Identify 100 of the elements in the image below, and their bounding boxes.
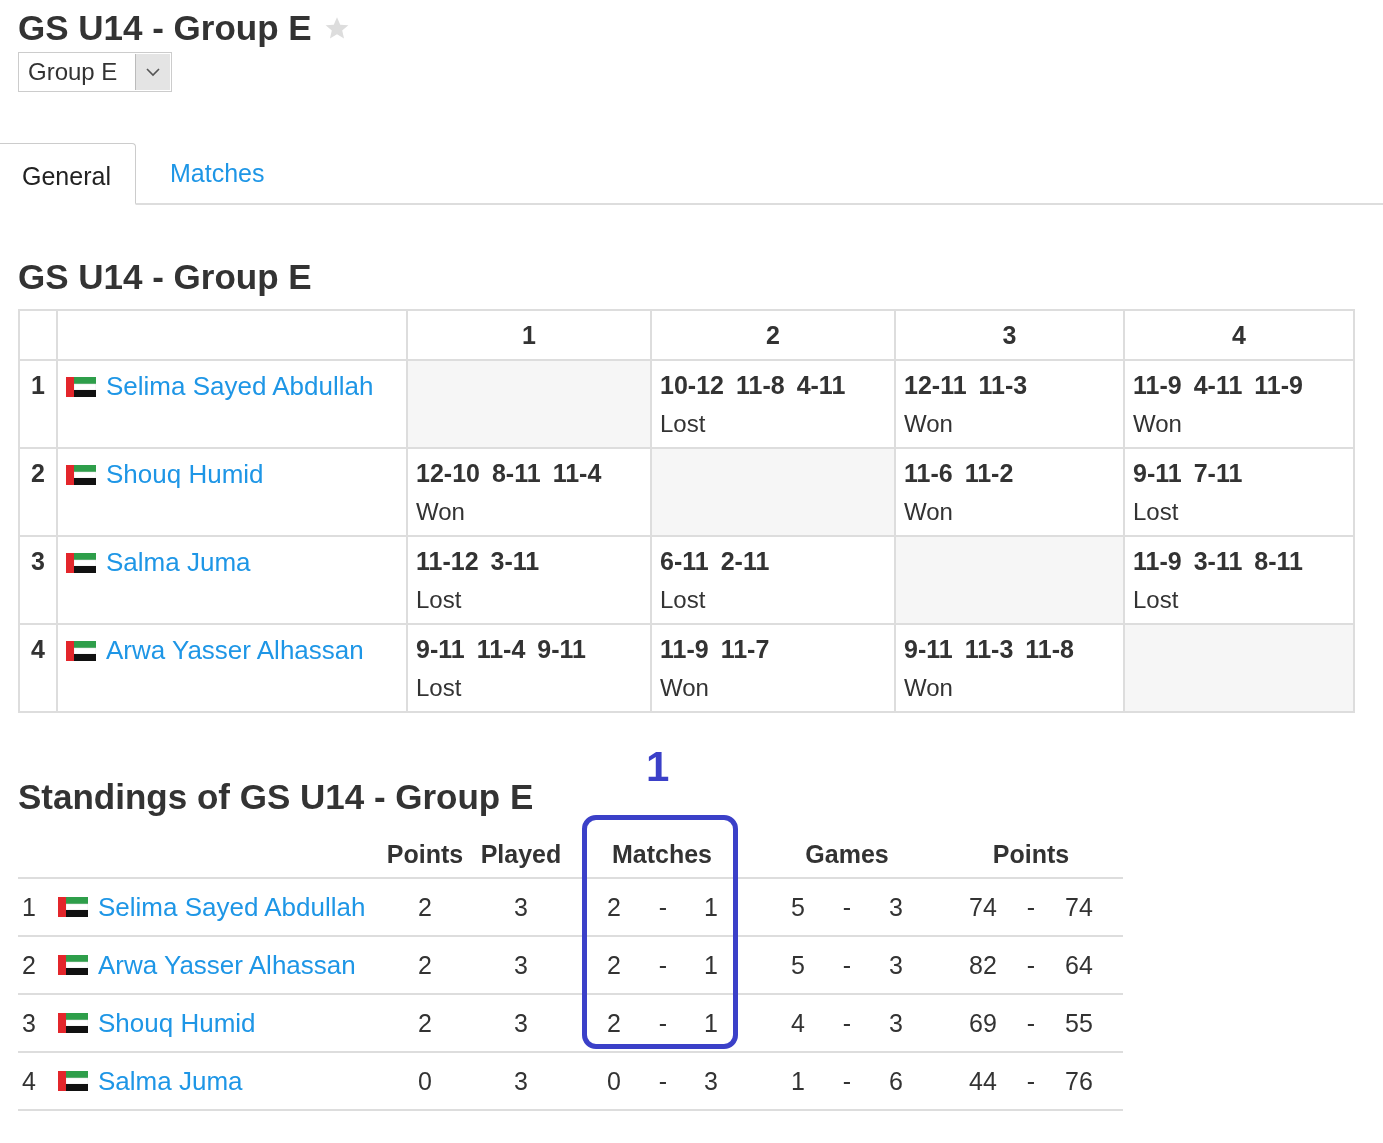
game-score: 11-7	[720, 635, 770, 664]
rank-number: 4	[21, 1066, 37, 1096]
game-score: 11-9	[1133, 371, 1182, 400]
game-score: 12-11	[904, 371, 967, 400]
group-dropdown[interactable]: Group E	[18, 52, 172, 92]
column-header: Played	[479, 839, 563, 869]
matches-value: 2	[606, 1008, 622, 1038]
game-score: 7-11	[1193, 459, 1243, 488]
callout-number: 1	[646, 743, 670, 791]
played-value: 3	[513, 1008, 529, 1038]
points-score: 76	[1064, 1066, 1094, 1096]
matches-value: 0	[606, 1066, 622, 1096]
match-outcome: Lost	[1133, 498, 1180, 526]
games-value: 3	[888, 950, 904, 980]
games-value: 1	[790, 1066, 806, 1096]
player-link[interactable]: Salma Juma	[66, 547, 251, 578]
flag-icon	[58, 897, 88, 917]
game-score: 11-2	[964, 459, 1014, 488]
points-score: -	[1025, 950, 1037, 980]
matches-value: -	[657, 892, 669, 922]
points-score: 74	[1064, 892, 1094, 922]
game-score: 11-9	[1133, 547, 1182, 576]
rank-number: 1	[31, 371, 45, 399]
flag-icon	[66, 552, 96, 573]
game-score: 11-6	[904, 459, 953, 488]
game-score: 4-11	[796, 371, 846, 400]
game-score: 2-11	[720, 547, 770, 576]
games-value: 4	[790, 1008, 806, 1038]
game-score: 9-11	[904, 635, 953, 664]
points-score: 64	[1064, 950, 1094, 980]
match-outcome: Lost	[660, 586, 707, 614]
match-outcome: Won	[660, 674, 710, 702]
rank-number: 2	[21, 950, 37, 980]
matches-value: 1	[703, 892, 719, 922]
games-value: -	[841, 1066, 853, 1096]
game-score: 11-12	[416, 547, 479, 576]
game-score: 9-11	[416, 635, 465, 664]
game-score: 8-11	[491, 459, 541, 488]
game-score: 4-11	[1193, 371, 1243, 400]
game-score: 9-11	[1133, 459, 1182, 488]
games-value: -	[841, 950, 853, 980]
rank-number: 3	[21, 1008, 37, 1038]
match-outcome: Won	[416, 498, 466, 526]
column-header: Matches	[610, 839, 713, 869]
matches-value: 1	[703, 1008, 719, 1038]
matches-value: 2	[606, 950, 622, 980]
games-value: 3	[888, 1008, 904, 1038]
game-score: 11-4	[476, 635, 526, 664]
game-score: 10-12	[660, 371, 724, 400]
game-score: 11-8	[735, 371, 785, 400]
match-outcome: Lost	[1133, 586, 1180, 614]
matches-value: 2	[606, 892, 622, 922]
player-link[interactable]: Arwa Yasser Alhassan	[58, 949, 380, 981]
points-score: 82	[968, 950, 998, 980]
player-link[interactable]: Selima Sayed Abdullah	[58, 891, 380, 923]
matches-value: -	[657, 1008, 669, 1038]
flag-icon	[66, 376, 96, 397]
player-link[interactable]: Salma Juma	[58, 1065, 380, 1097]
played-value: 3	[513, 950, 529, 980]
flag-icon	[58, 1013, 88, 1033]
match-outcome: Lost	[416, 674, 463, 702]
game-score: 9-11	[537, 635, 586, 664]
games-value: -	[841, 1008, 853, 1038]
tab[interactable]: Matches	[135, 143, 289, 203]
game-score: 11-3	[964, 635, 1014, 664]
rank-number: 4	[31, 635, 45, 663]
match-outcome: Won	[904, 410, 954, 438]
points-value: 2	[417, 950, 433, 980]
column-header: 3	[895, 310, 1124, 360]
rank-number: 2	[31, 459, 45, 487]
game-score: 8-11	[1254, 547, 1303, 576]
match-outcome: Lost	[660, 410, 707, 438]
points-score: -	[1025, 892, 1037, 922]
player-link[interactable]: Shouq Humid	[66, 459, 264, 490]
game-score: 11-3	[978, 371, 1028, 400]
column-header: Points	[991, 839, 1071, 869]
points-value: 2	[417, 1008, 433, 1038]
flag-icon	[66, 464, 96, 485]
games-value: 6	[888, 1066, 904, 1096]
rank-number: 1	[21, 892, 37, 922]
games-value: 5	[790, 950, 806, 980]
star-icon[interactable]	[323, 15, 350, 41]
points-value: 2	[417, 892, 433, 922]
points-score: 74	[968, 892, 998, 922]
match-outcome: Lost	[416, 586, 463, 614]
played-value: 3	[513, 1066, 529, 1096]
section-heading: GS U14 - Group E	[18, 256, 313, 298]
game-score: 12-10	[416, 459, 480, 488]
column-header: 2	[651, 310, 895, 360]
game-score: 6-11	[660, 547, 709, 576]
game-score: 3-11	[490, 547, 540, 576]
game-score: 11-4	[552, 459, 602, 488]
game-score: 3-11	[1193, 547, 1243, 576]
flag-icon	[58, 955, 88, 975]
flag-icon	[58, 1071, 88, 1091]
games-value: 5	[790, 892, 806, 922]
game-score: 11-8	[1025, 635, 1074, 664]
matches-value: -	[657, 1066, 669, 1096]
player-link[interactable]: Shouq Humid	[58, 1007, 380, 1039]
tab[interactable]: General	[0, 143, 136, 205]
